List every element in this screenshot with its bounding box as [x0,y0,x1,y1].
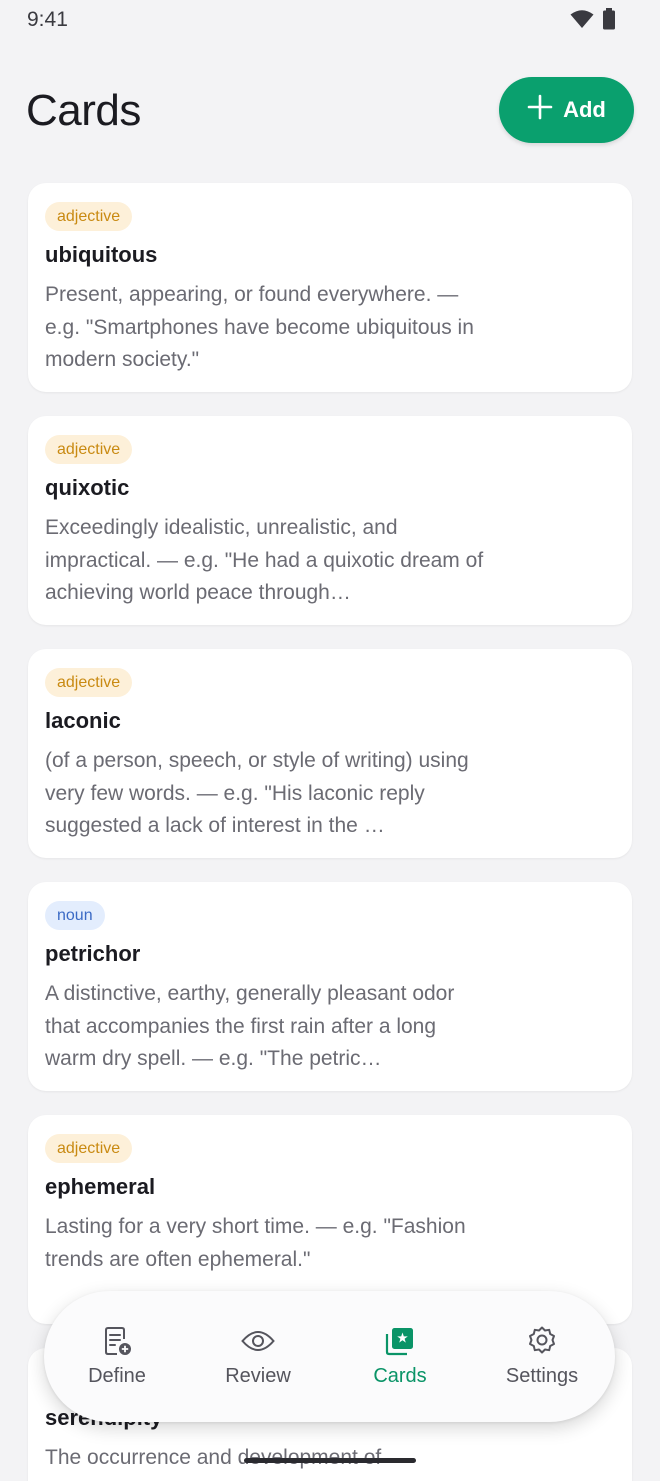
gear-icon [526,1325,558,1357]
card[interactable]: adjective ubiquitous Present, appearing,… [28,183,632,392]
status-bar: 9:41 [0,0,660,40]
plus-icon [527,94,553,126]
nav-review[interactable]: Review [193,1293,323,1420]
page-title: Cards [26,86,141,135]
card[interactable]: adjective laconic (of a person, speech, … [28,649,632,858]
battery-icon [602,8,616,35]
wifi-icon [570,9,594,34]
define-icon [101,1325,133,1357]
add-button-label: Add [563,97,606,122]
status-time: 9:41 [27,8,68,31]
card-definition: (of a person, speech, or style of writin… [45,749,469,837]
card-definition: A distinctive, earthy, generally pleasan… [45,982,455,1070]
cards-icon [384,1325,416,1357]
part-of-speech-tag: adjective [45,202,133,231]
part-of-speech-tag: noun [45,901,105,930]
card[interactable]: adjective quixotic Exceedingly idealisti… [28,416,632,625]
part-of-speech-tag: adjective [45,435,133,464]
nav-cards[interactable]: Cards [335,1293,465,1420]
nav-define[interactable]: Define [52,1293,182,1420]
add-card-button[interactable]: Add [499,77,634,143]
header: Cards Add [0,70,660,154]
card-word: laconic [45,708,121,733]
card-word: ephemeral [45,1174,156,1199]
app-screen: 9:41 Cards Add adjective ubiquitous Pres… [0,0,660,1481]
card-definition: Present, appearing, or found everywhere.… [45,283,474,371]
eye-icon [241,1325,275,1357]
nav-settings-label: Settings [505,1365,579,1387]
card-word: ubiquitous [45,242,158,267]
home-indicator [244,1458,416,1463]
card-word: petrichor [45,941,141,966]
card-definition: Lasting for a very short time. — e.g. "F… [45,1215,466,1271]
card[interactable]: noun petrichor A distinctive, earthy, ge… [28,882,632,1091]
nav-review-label: Review [225,1365,291,1387]
part-of-speech-tag: adjective [45,1134,133,1163]
status-icons [570,8,616,35]
nav-define-label: Define [88,1365,146,1387]
card-definition: Exceedingly idealistic, unrealistic, and… [45,516,484,604]
card-word: quixotic [45,475,130,500]
nav-cards-label: Cards [373,1365,427,1387]
part-of-speech-tag: adjective [45,668,133,697]
bottom-nav: Define Review Cards Settings [44,1291,615,1422]
nav-settings[interactable]: Settings [477,1293,607,1420]
